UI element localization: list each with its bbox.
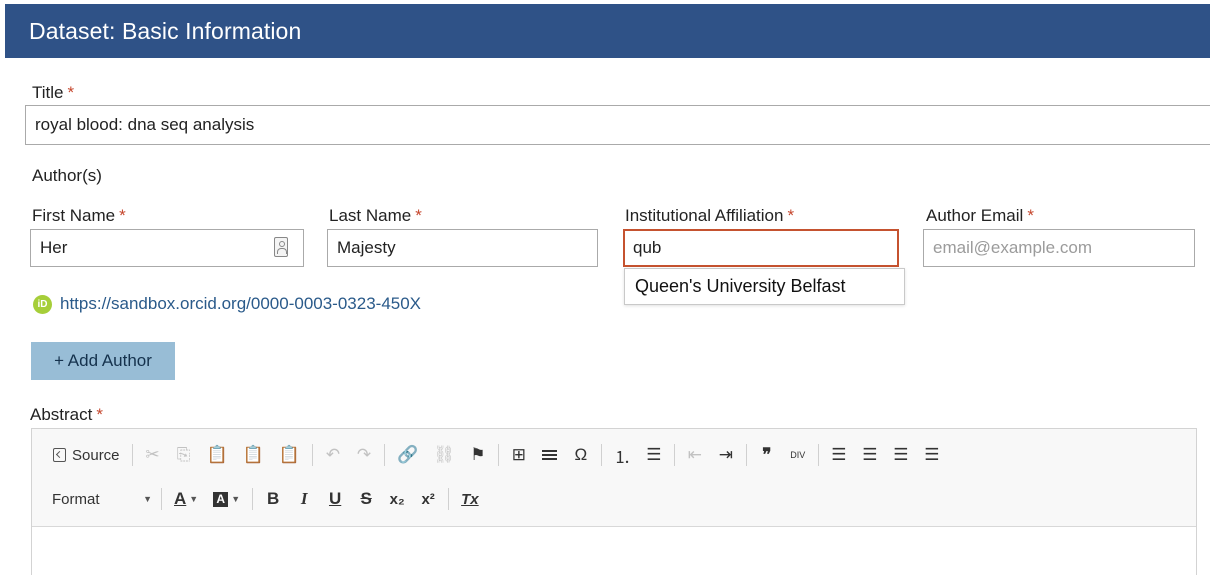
unlink-icon[interactable]: ⛓: [430, 441, 458, 469]
underline-icon[interactable]: U: [324, 485, 346, 513]
author-email-input[interactable]: email@example.com: [923, 229, 1195, 267]
first-name-label: First Name *: [32, 206, 126, 225]
blockquote-icon[interactable]: ❞: [756, 441, 778, 469]
first-name-input[interactable]: Her: [30, 229, 304, 267]
paste-icon[interactable]: 📋: [204, 441, 231, 469]
numbered-list-icon[interactable]: ⒈: [611, 441, 634, 469]
editor-toolbar-row-2: Format ▼ A ▼ A ▼ B I U S x₂ x² Tx: [50, 485, 491, 513]
toolbar-separator: [252, 488, 254, 510]
orcid-icon: iD: [33, 294, 52, 314]
format-dropdown[interactable]: Format ▼: [50, 485, 154, 513]
affiliation-input[interactable]: qub: [623, 229, 899, 267]
copy-icon[interactable]: ⎘: [173, 441, 195, 469]
paste-from-word-icon[interactable]: 📋: [276, 441, 303, 469]
text-color-icon: A: [174, 489, 187, 508]
align-right-icon[interactable]: ☰: [890, 441, 912, 469]
toolbar-separator: [600, 444, 602, 466]
toolbar-separator: [817, 444, 819, 466]
last-name-input[interactable]: Majesty: [327, 229, 598, 267]
toolbar-separator: [161, 488, 162, 510]
last-name-label: Last Name *: [329, 206, 422, 225]
toolbar-separator: [673, 444, 675, 466]
horizontal-line-icon[interactable]: [539, 441, 561, 469]
link-icon[interactable]: 🔗: [394, 441, 421, 469]
anchor-flag-icon[interactable]: ⚑: [467, 441, 489, 469]
required-mark: *: [787, 206, 795, 225]
background-color-button[interactable]: A ▼: [210, 485, 243, 513]
table-icon[interactable]: ⊞: [508, 441, 530, 469]
caret-down-icon: ▼: [231, 494, 241, 504]
caret-down-icon: ▼: [143, 494, 152, 504]
strikethrough-icon[interactable]: S: [355, 485, 377, 513]
undo-icon[interactable]: ↶: [322, 441, 344, 469]
toolbar-separator: [131, 444, 133, 466]
title-input[interactable]: royal blood: dna seq analysis: [25, 105, 1210, 145]
add-author-button[interactable]: + Add Author: [31, 342, 175, 380]
bulleted-list-icon[interactable]: ☰: [643, 441, 665, 469]
toolbar-separator: [448, 488, 450, 510]
required-mark: *: [119, 206, 126, 225]
abstract-editor: Source ✂ ⎘ 📋 📋 📋 ↶ ↷ 🔗 ⛓ ⚑ ⊞ Ω ⒈ ☰ ⇤ ⇥ ❞…: [31, 428, 1197, 576]
author-email-label: Author Email *: [926, 206, 1034, 225]
italic-icon[interactable]: I: [293, 485, 315, 513]
editor-toolbar-row-1: Source ✂ ⎘ 📋 📋 📋 ↶ ↷ 🔗 ⛓ ⚑ ⊞ Ω ⒈ ☰ ⇤ ⇥ ❞…: [50, 441, 952, 469]
abstract-editor-content[interactable]: [32, 526, 1196, 576]
create-div-icon[interactable]: DIV: [787, 441, 809, 469]
orcid-link[interactable]: https://sandbox.orcid.org/0000-0003-0323…: [60, 294, 421, 314]
paste-text-icon[interactable]: 📋: [240, 441, 267, 469]
required-mark: *: [1027, 206, 1034, 225]
background-color-icon: A: [213, 491, 229, 507]
authors-section-label: Author(s): [32, 166, 102, 185]
justify-icon[interactable]: ☰: [921, 441, 943, 469]
required-mark: *: [415, 206, 422, 225]
caret-down-icon: ▼: [189, 494, 199, 504]
redo-icon[interactable]: ↷: [353, 441, 375, 469]
cut-icon[interactable]: ✂: [142, 441, 164, 469]
align-center-icon[interactable]: ☰: [859, 441, 881, 469]
superscript-icon[interactable]: x²: [417, 485, 439, 513]
required-mark: *: [96, 405, 103, 424]
affiliation-suggestion-item[interactable]: Queen's University Belfast: [624, 268, 905, 305]
affiliation-label: Institutional Affiliation *: [625, 206, 795, 225]
contact-card-icon[interactable]: [274, 237, 288, 257]
indent-icon[interactable]: ⇥: [715, 441, 737, 469]
toolbar-separator: [384, 444, 386, 466]
abstract-label: Abstract *: [30, 405, 103, 424]
toolbar-separator: [312, 444, 314, 466]
subscript-icon[interactable]: x₂: [386, 485, 408, 513]
bold-icon[interactable]: B: [262, 485, 284, 513]
orcid-row: iD https://sandbox.orcid.org/0000-0003-0…: [33, 292, 421, 316]
toolbar-separator: [745, 444, 747, 466]
source-button[interactable]: Source: [50, 441, 123, 469]
source-icon: [53, 448, 66, 462]
outdent-icon[interactable]: ⇤: [684, 441, 706, 469]
title-label: Title *: [32, 83, 75, 102]
section-header-title: Dataset: Basic Information: [29, 18, 302, 44]
special-character-icon[interactable]: Ω: [570, 441, 592, 469]
text-color-button[interactable]: A ▼: [171, 485, 201, 513]
remove-format-icon[interactable]: Tx: [458, 485, 482, 513]
align-left-icon[interactable]: ☰: [828, 441, 850, 469]
required-mark: *: [67, 83, 75, 102]
toolbar-separator: [497, 444, 499, 466]
section-header: Dataset: Basic Information: [5, 4, 1210, 58]
